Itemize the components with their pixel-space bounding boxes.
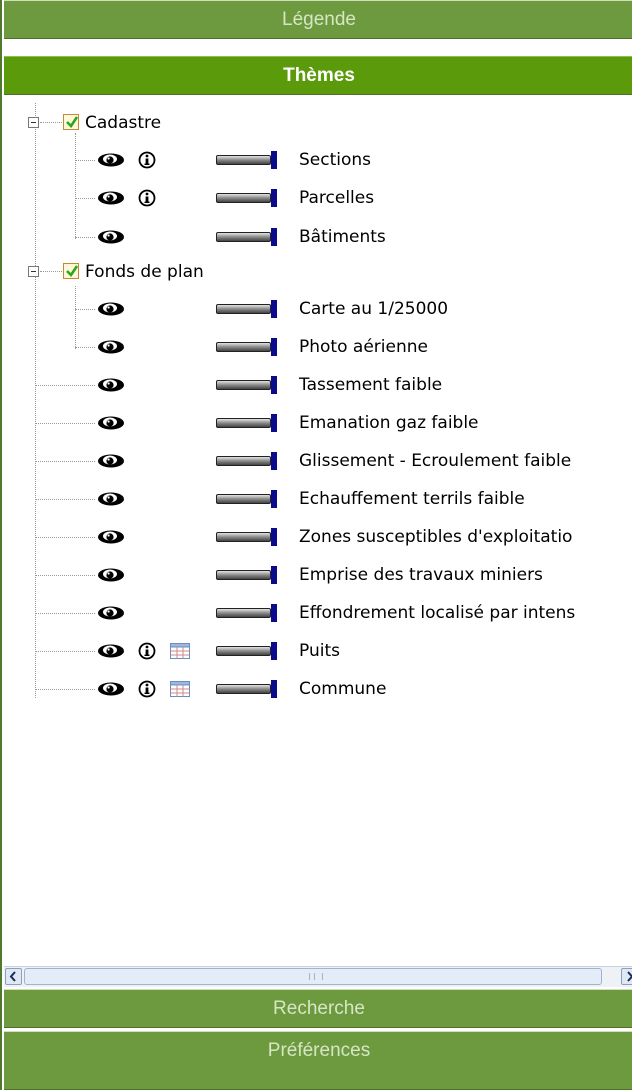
visibility-eye-icon[interactable] <box>96 415 126 431</box>
opacity-slider[interactable] <box>216 300 278 318</box>
layer-label: Glissement - Ecroulement faible <box>299 451 572 471</box>
scroll-thumb[interactable] <box>24 968 602 985</box>
visibility-eye-icon[interactable] <box>96 190 126 206</box>
visibility-eye-icon[interactable] <box>96 529 126 545</box>
layer-label: Tassement faible <box>299 375 443 395</box>
visibility-eye-icon[interactable] <box>96 491 126 507</box>
visibility-eye-icon[interactable] <box>96 301 126 317</box>
layer-label: Photo aérienne <box>299 337 428 357</box>
visibility-eye-icon[interactable] <box>96 453 126 469</box>
collapse-toggle[interactable] <box>28 266 39 277</box>
themes-header[interactable]: Thèmes <box>4 56 632 95</box>
layer-row: Puits <box>4 638 632 666</box>
layer-panel: Légende Thèmes Cadastre Fonds de plan Se… <box>0 0 632 1090</box>
layer-row: Carte au 1/25000 <box>4 296 632 324</box>
layer-row: Bâtiments <box>4 224 632 252</box>
layer-label: Sections <box>299 150 372 170</box>
opacity-slider[interactable] <box>216 189 278 207</box>
scroll-left-button[interactable] <box>5 968 22 985</box>
info-icon[interactable] <box>138 189 156 207</box>
visibility-eye-icon[interactable] <box>96 681 126 697</box>
layer-tree: Cadastre Fonds de plan Sections Parcelles… <box>4 103 632 728</box>
group-label: Cadastre <box>85 113 162 133</box>
layer-label: Emanation gaz faible <box>299 413 479 433</box>
group-row-fonds-de-plan: Fonds de plan <box>4 260 632 288</box>
visibility-eye-icon[interactable] <box>96 605 126 621</box>
opacity-slider[interactable] <box>216 642 278 660</box>
legend-header[interactable]: Légende <box>4 0 632 39</box>
opacity-slider[interactable] <box>216 452 278 470</box>
layer-row: Emanation gaz faible <box>4 410 632 438</box>
group-label: Fonds de plan <box>85 262 204 282</box>
opacity-slider[interactable] <box>216 604 278 622</box>
scroll-right-button[interactable] <box>621 968 632 985</box>
opacity-slider[interactable] <box>216 414 278 432</box>
layer-row: Zones susceptibles d'exploitatio <box>4 524 632 552</box>
layer-label: Carte au 1/25000 <box>299 299 449 319</box>
attribute-table-icon[interactable] <box>170 643 190 659</box>
layer-label: Echauffement terrils faible <box>299 489 525 509</box>
opacity-slider[interactable] <box>216 680 278 698</box>
visibility-eye-icon[interactable] <box>96 339 126 355</box>
opacity-slider[interactable] <box>216 376 278 394</box>
collapse-toggle[interactable] <box>28 117 39 128</box>
opacity-slider[interactable] <box>216 228 278 246</box>
layer-row: Effondrement localisé par intens <box>4 600 632 628</box>
layer-label: Bâtiments <box>299 227 386 247</box>
info-icon[interactable] <box>138 680 156 698</box>
layer-row: Glissement - Ecroulement faible <box>4 448 632 476</box>
layer-row: Echauffement terrils faible <box>4 486 632 514</box>
info-icon[interactable] <box>138 642 156 660</box>
search-header[interactable]: Recherche <box>4 989 632 1028</box>
layer-row: Tassement faible <box>4 372 632 400</box>
group-row-cadastre: Cadastre <box>4 111 632 139</box>
layer-row: Parcelles <box>4 185 632 213</box>
opacity-slider[interactable] <box>216 566 278 584</box>
visibility-eye-icon[interactable] <box>96 152 126 168</box>
visibility-eye-icon[interactable] <box>96 229 126 245</box>
layer-row: Emprise des travaux miniers <box>4 562 632 590</box>
layer-label: Zones susceptibles d'exploitatio <box>299 527 573 547</box>
layer-label: Puits <box>299 641 340 661</box>
attribute-table-icon[interactable] <box>170 681 190 697</box>
visibility-eye-icon[interactable] <box>96 377 126 393</box>
opacity-slider[interactable] <box>216 151 278 169</box>
visibility-eye-icon[interactable] <box>96 567 126 583</box>
info-icon[interactable] <box>138 151 156 169</box>
layer-label: Emprise des travaux miniers <box>299 565 543 585</box>
layer-label: Commune <box>299 679 387 699</box>
opacity-slider[interactable] <box>216 528 278 546</box>
group-checkbox-cadastre[interactable] <box>63 114 79 130</box>
visibility-eye-icon[interactable] <box>96 643 126 659</box>
horizontal-scrollbar[interactable] <box>4 966 632 987</box>
layer-label: Effondrement localisé par intens <box>299 603 576 623</box>
layer-row: Sections <box>4 147 632 175</box>
layer-row: Photo aérienne <box>4 334 632 362</box>
layer-row: Commune <box>4 676 632 704</box>
preferences-header[interactable]: Préférences <box>4 1031 632 1090</box>
opacity-slider[interactable] <box>216 490 278 508</box>
layer-label: Parcelles <box>299 188 375 208</box>
opacity-slider[interactable] <box>216 338 278 356</box>
group-checkbox-fonds-de-plan[interactable] <box>63 263 79 279</box>
